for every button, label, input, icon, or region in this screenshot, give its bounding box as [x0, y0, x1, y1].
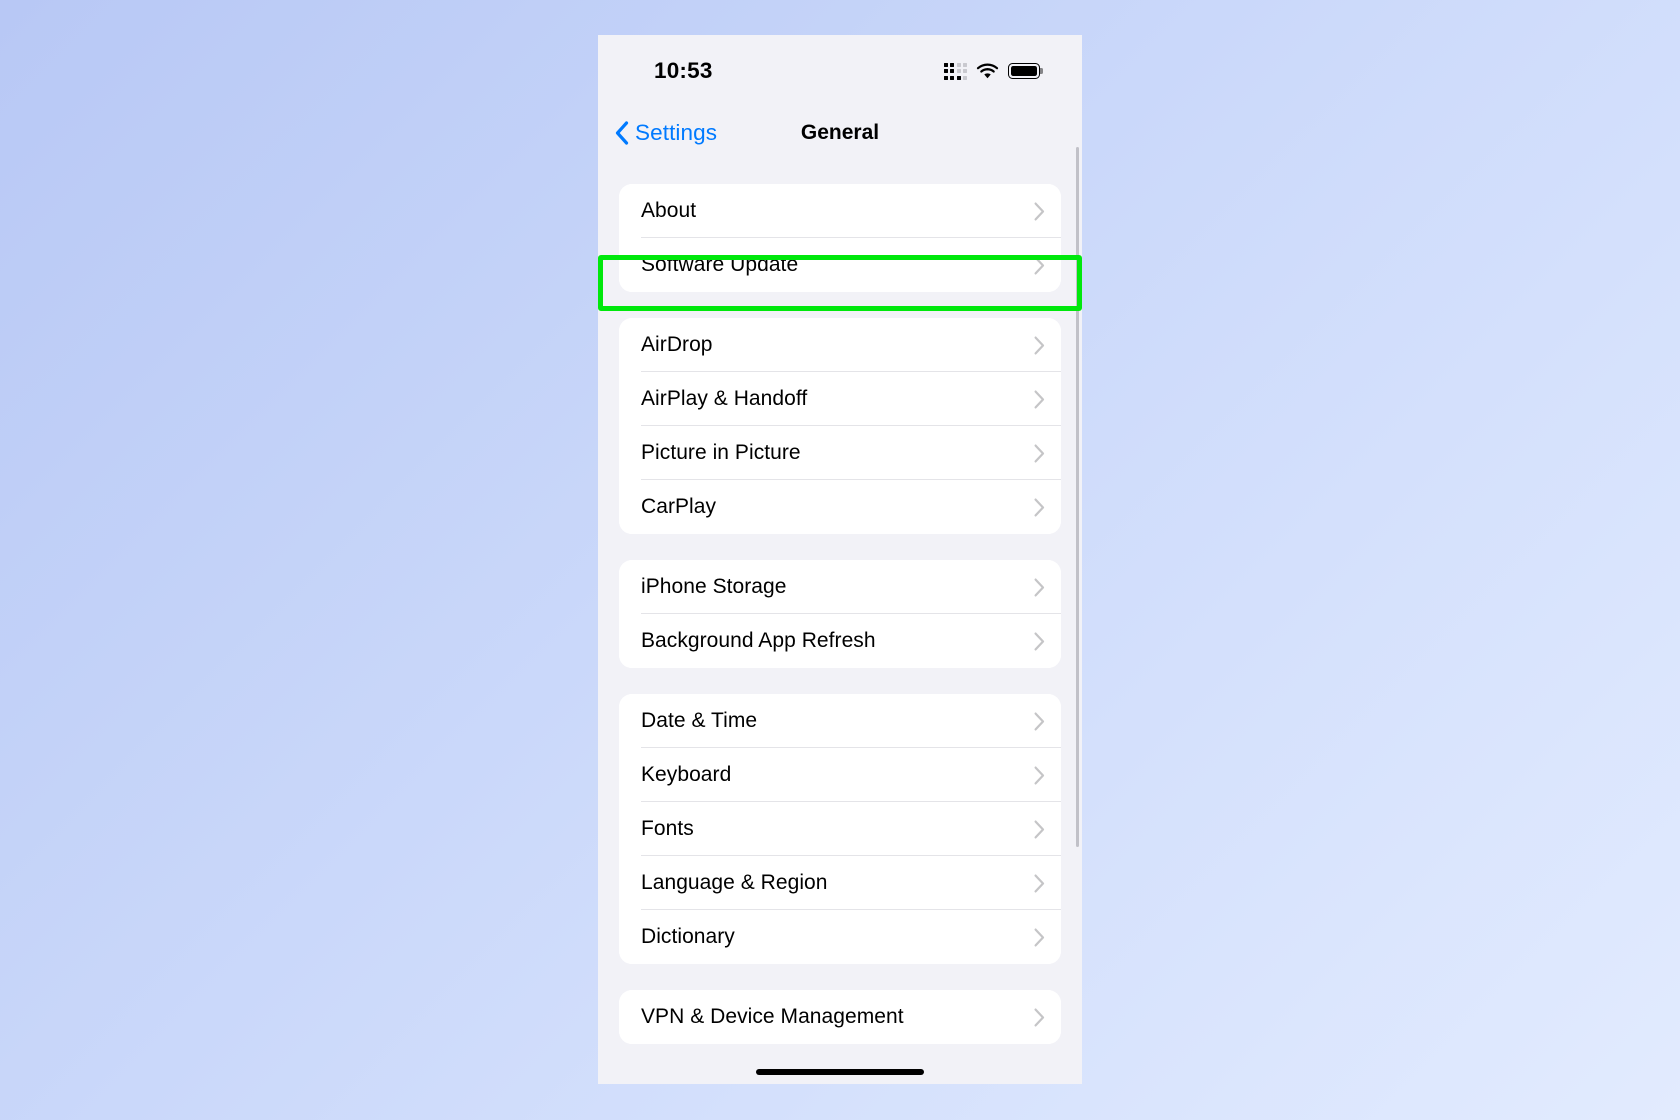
settings-row-label: VPN & Device Management	[641, 1005, 904, 1028]
settings-row-dictionary[interactable]: Dictionary	[619, 910, 1061, 964]
chevron-right-icon	[1034, 820, 1045, 838]
settings-row-iphone-storage[interactable]: iPhone Storage	[619, 560, 1061, 614]
battery-icon	[1008, 63, 1043, 79]
status-bar-icons	[943, 62, 1043, 80]
settings-row-label: CarPlay	[641, 495, 717, 518]
settings-row-airplay-handoff[interactable]: AirPlay & Handoff	[619, 372, 1061, 426]
settings-row-keyboard[interactable]: Keyboard	[619, 748, 1061, 802]
settings-row-label: iPhone Storage	[641, 575, 787, 598]
settings-group-connectivity: AirDrop AirPlay & Handoff Picture in Pic…	[619, 318, 1061, 534]
settings-row-label: Keyboard	[641, 763, 732, 786]
chevron-right-icon	[1034, 712, 1045, 730]
chevron-right-icon	[1034, 1008, 1045, 1026]
chevron-right-icon	[1034, 202, 1045, 220]
chevron-right-icon	[1034, 766, 1045, 784]
chevron-right-icon	[1034, 336, 1045, 354]
settings-row-label: About	[641, 199, 697, 222]
settings-group-management: VPN & Device Management	[619, 990, 1061, 1044]
settings-group-info: About Software Update	[619, 184, 1061, 292]
settings-row-label: Software Update	[641, 253, 799, 276]
chevron-right-icon	[1034, 256, 1045, 274]
settings-row-label: Date & Time	[641, 709, 758, 732]
chevron-right-icon	[1034, 498, 1045, 516]
phone-screen: 10:53 Settings General About Software Up…	[598, 35, 1082, 1084]
settings-group-storage: iPhone Storage Background App Refresh	[619, 560, 1061, 668]
cellular-signal-icon	[943, 62, 967, 80]
settings-row-software-update[interactable]: Software Update	[619, 238, 1061, 292]
home-indicator[interactable]	[756, 1069, 924, 1075]
settings-row-label: AirDrop	[641, 333, 713, 356]
chevron-right-icon	[1034, 632, 1045, 650]
settings-row-date-time[interactable]: Date & Time	[619, 694, 1061, 748]
settings-row-label: Language & Region	[641, 871, 828, 894]
chevron-right-icon	[1034, 874, 1045, 892]
back-button[interactable]: Settings	[615, 120, 717, 146]
back-button-label: Settings	[635, 120, 718, 145]
settings-list[interactable]: About Software Update AirDrop AirPlay & …	[598, 159, 1082, 1084]
settings-row-background-app-refresh[interactable]: Background App Refresh	[619, 614, 1061, 668]
settings-row-label: Picture in Picture	[641, 441, 801, 464]
settings-group-localization: Date & Time Keyboard Fonts Language & Re…	[619, 694, 1061, 964]
settings-row-label: Fonts	[641, 817, 694, 840]
vertical-scrollbar[interactable]	[1075, 147, 1079, 847]
wifi-icon	[976, 63, 999, 78]
settings-row-label: Background App Refresh	[641, 629, 876, 652]
settings-row-airdrop[interactable]: AirDrop	[619, 318, 1061, 372]
status-bar-time: 10:53	[654, 58, 713, 83]
page-title: General	[800, 121, 880, 144]
chevron-right-icon	[1034, 444, 1045, 462]
chevron-left-icon	[615, 121, 629, 145]
chevron-right-icon	[1034, 928, 1045, 946]
chevron-right-icon	[1034, 578, 1045, 596]
settings-row-language-region[interactable]: Language & Region	[619, 856, 1061, 910]
settings-row-fonts[interactable]: Fonts	[619, 802, 1061, 856]
status-bar: 10:53	[598, 35, 1082, 107]
settings-row-vpn-device-management[interactable]: VPN & Device Management	[619, 990, 1061, 1044]
chevron-right-icon	[1034, 390, 1045, 408]
settings-row-label: Dictionary	[641, 925, 735, 948]
settings-row-label: AirPlay & Handoff	[641, 387, 808, 410]
settings-row-carplay[interactable]: CarPlay	[619, 480, 1061, 534]
settings-row-picture-in-picture[interactable]: Picture in Picture	[619, 426, 1061, 480]
navigation-bar: Settings General	[598, 107, 1082, 159]
settings-row-about[interactable]: About	[619, 184, 1061, 238]
